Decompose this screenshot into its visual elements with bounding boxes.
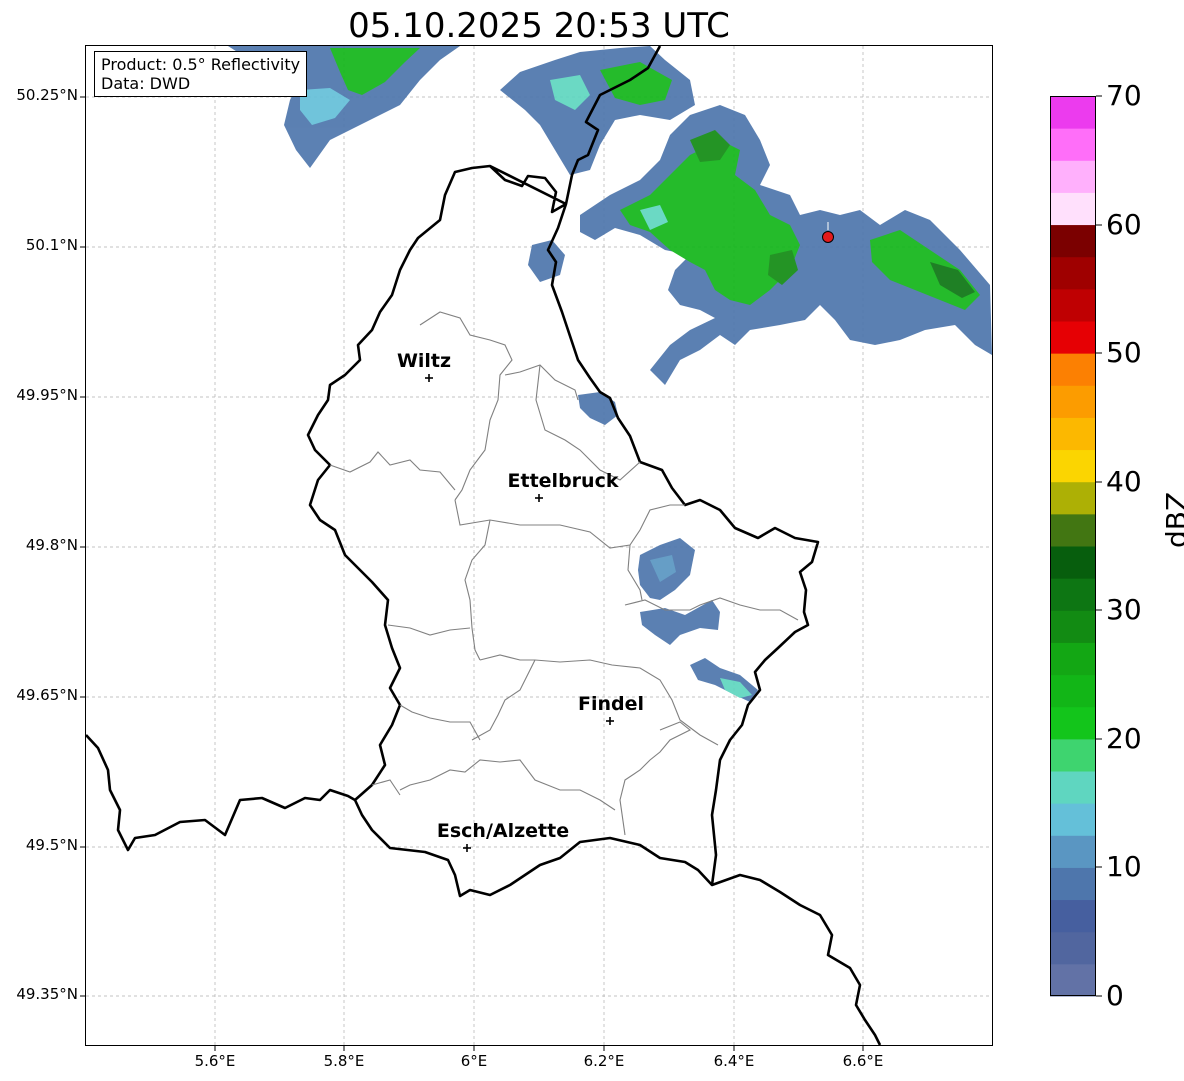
colorbar-segment bbox=[1050, 578, 1096, 611]
map-area bbox=[85, 45, 993, 1046]
colorbar-segment bbox=[1050, 417, 1096, 451]
colorbar-segment bbox=[1050, 385, 1096, 418]
city-label-findel: Findel bbox=[577, 693, 645, 715]
colorbar-tick-30: 30 bbox=[1106, 593, 1142, 626]
colorbar-segment bbox=[1050, 835, 1096, 868]
colorbar-ticks bbox=[1096, 95, 1102, 997]
colorbar-segment bbox=[1050, 449, 1096, 483]
colorbar-segment bbox=[1050, 256, 1096, 290]
lat-label-49-65: 49.65°N bbox=[16, 686, 78, 704]
colorbar-label: dBZ bbox=[1160, 491, 1184, 548]
data-source-label: Data: DWD bbox=[101, 74, 191, 93]
city-label-esch-alzette: Esch/Alzette bbox=[436, 820, 570, 842]
colorbar-segment bbox=[1050, 803, 1096, 836]
lat-label-49-8: 49.8°N bbox=[25, 536, 78, 554]
colorbar-segment bbox=[1050, 288, 1096, 322]
colorbar-segment bbox=[1050, 610, 1096, 643]
colorbar-segment bbox=[1050, 674, 1096, 708]
lon-label-6: 6°E bbox=[460, 1052, 488, 1070]
city-label-wiltz: Wiltz bbox=[396, 350, 452, 372]
colorbar-segment bbox=[1050, 642, 1096, 676]
colorbar-tick-60: 60 bbox=[1106, 208, 1142, 241]
lon-label-6-2: 6.2°E bbox=[583, 1052, 625, 1070]
colorbar-tick-40: 40 bbox=[1106, 465, 1142, 498]
lat-label-49-5: 49.5°N bbox=[25, 836, 78, 854]
colorbar bbox=[1050, 96, 1096, 997]
colorbar-segment bbox=[1050, 513, 1096, 547]
lat-label-50-1: 50.1°N bbox=[25, 236, 78, 254]
colorbar-segment bbox=[1050, 192, 1096, 226]
colorbar-tick-70: 70 bbox=[1106, 79, 1142, 112]
colorbar-segment bbox=[1050, 321, 1096, 354]
lon-label-6-4: 6.4°E bbox=[713, 1052, 755, 1070]
colorbar-tick-10: 10 bbox=[1106, 850, 1142, 883]
colorbar-segment bbox=[1050, 128, 1096, 161]
colorbar-tick-0: 0 bbox=[1106, 979, 1124, 1012]
colorbar-segment bbox=[1050, 931, 1096, 965]
colorbar-segment bbox=[1050, 224, 1096, 258]
colorbar-segment bbox=[1050, 353, 1096, 386]
lat-label-49-95: 49.95°N bbox=[16, 386, 78, 404]
colorbar-segment bbox=[1050, 899, 1096, 933]
colorbar-segment bbox=[1050, 546, 1096, 579]
colorbar-tick-20: 20 bbox=[1106, 722, 1142, 755]
colorbar-tick-50: 50 bbox=[1106, 336, 1142, 369]
lon-label-6-6: 6.6°E bbox=[842, 1052, 884, 1070]
colorbar-segment bbox=[1050, 96, 1096, 129]
product-label: Product: 0.5° Reflectivity bbox=[101, 55, 301, 74]
colorbar-segment bbox=[1050, 963, 1096, 997]
lon-label-5-8: 5.8°E bbox=[323, 1052, 365, 1070]
colorbar-segment bbox=[1050, 160, 1096, 193]
colorbar-segment bbox=[1050, 706, 1096, 740]
lon-label-5-6: 5.6°E bbox=[194, 1052, 236, 1070]
colorbar-segment bbox=[1050, 771, 1096, 804]
radar-map bbox=[80, 45, 1102, 1051]
lat-label-50-25: 50.25°N bbox=[16, 86, 78, 104]
lat-label-49-35: 49.35°N bbox=[16, 985, 78, 1003]
product-info-box: Product: 0.5° Reflectivity Data: DWD bbox=[94, 51, 308, 97]
colorbar-segment bbox=[1050, 481, 1096, 515]
city-label-ettelbruck: Ettelbruck bbox=[507, 470, 619, 492]
colorbar-segment bbox=[1050, 738, 1096, 772]
colorbar-segment bbox=[1050, 867, 1096, 901]
